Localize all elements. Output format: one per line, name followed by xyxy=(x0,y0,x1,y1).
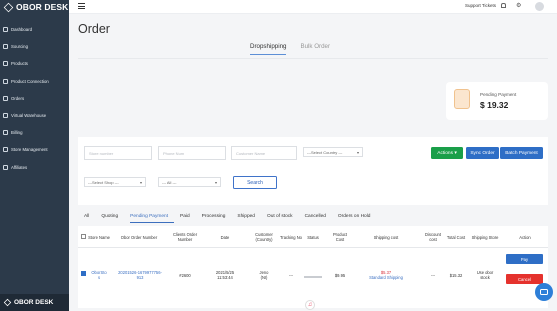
chevron-down-icon: ▾ xyxy=(356,149,359,155)
col-shipping-cost: Shipping cost xyxy=(373,234,399,240)
col-customer-country: Customer (Country) xyxy=(255,232,273,242)
tab-out-of-stock[interactable]: Out of stock xyxy=(267,214,299,223)
sidebar-item-virtual-warehouse[interactable]: Virtual Warehouse xyxy=(0,107,69,124)
col-product-cost: Product Cost xyxy=(332,232,348,242)
store-name[interactable]: OborSto s xyxy=(86,270,112,280)
orders-icon xyxy=(3,95,8,101)
tab-quoting[interactable]: Quoting xyxy=(101,214,124,223)
bell-icon[interactable] xyxy=(501,3,506,8)
col-date: Date xyxy=(220,234,230,240)
all-select[interactable]: --- All --- ▾ xyxy=(158,177,221,187)
avatar[interactable] xyxy=(535,2,544,11)
col-store-name: Store Name xyxy=(88,234,110,240)
tab-bulk-order[interactable]: Bulk Order xyxy=(300,43,330,55)
phone-input[interactable]: Phone Num xyxy=(158,146,226,160)
col-total-cost: Total Cost xyxy=(446,234,466,240)
chevron-down-icon: ▾ xyxy=(214,179,217,185)
sidebar-item-orders[interactable]: Orders xyxy=(0,90,69,107)
sidebar-item-products[interactable]: Products xyxy=(0,55,69,72)
cube-icon xyxy=(3,298,12,307)
cancel-button[interactable]: Cancel xyxy=(506,274,543,284)
col-tracking-no: Tracking No xyxy=(280,234,302,240)
wallet-icon xyxy=(454,89,470,109)
sidebar: OBOR DESK Dashboard Sourcing Products Pr… xyxy=(0,0,69,311)
col-action: Action xyxy=(519,234,531,240)
brand-name: OBOR DESK xyxy=(16,2,69,12)
batch-payment-button[interactable]: Batch Payment xyxy=(500,147,543,159)
cube-icon xyxy=(3,2,14,12)
tab-pending-payment[interactable]: Pending Payment xyxy=(130,214,175,223)
sidebar-footer-logo: OBOR DESK xyxy=(0,294,69,311)
warehouse-icon xyxy=(3,113,8,119)
tab-all[interactable]: All xyxy=(84,214,95,223)
dashboard-icon xyxy=(3,27,8,33)
tab-cancelled[interactable]: Cancelled xyxy=(305,214,332,223)
sidebar-item-dashboard[interactable]: Dashboard xyxy=(0,21,69,38)
sidebar-item-store-management[interactable]: Store Management xyxy=(0,141,69,158)
tab-shipped[interactable]: Shipped xyxy=(237,214,261,223)
filter-panel: Store number Phone Num Customer Name ---… xyxy=(78,137,548,205)
col-clients-order-number: Clients Order Number xyxy=(172,232,198,242)
support-tickets-link[interactable]: Support Tickets xyxy=(465,3,496,8)
tab-processing[interactable]: Processing xyxy=(202,214,232,223)
pending-payment-value: $ 19.32 xyxy=(480,100,509,110)
status-placeholder xyxy=(304,276,322,278)
top-bar: Support Tickets ⚙ xyxy=(69,0,557,14)
total-cost: $15.32 xyxy=(449,273,463,278)
menu-icon[interactable] xyxy=(78,3,85,9)
shipping-cost: $5.37 Standard Shipping xyxy=(361,270,411,280)
chat-icon[interactable] xyxy=(535,283,553,301)
store-icon xyxy=(3,147,8,153)
sidebar-item-affiliates[interactable]: Affiliates xyxy=(0,159,69,176)
table-header: Store Name Obor Order Number Clients Ord… xyxy=(78,226,548,248)
customer-name-input[interactable]: Customer Name xyxy=(231,146,297,160)
clients-order-number: #2600 xyxy=(179,273,191,278)
sidebar-item-sourcing[interactable]: Sourcing xyxy=(0,38,69,55)
col-shipping-store: Shipping Store xyxy=(471,234,499,240)
sourcing-icon xyxy=(3,44,8,50)
store-number-input[interactable]: Store number xyxy=(84,146,152,160)
col-status: Status xyxy=(307,234,319,240)
col-obor-order-number: Obor Order Number xyxy=(120,234,158,240)
shop-select[interactable]: ---Select Shop --- ▾ xyxy=(84,177,146,187)
sidebar-nav: Dashboard Sourcing Products Product Conn… xyxy=(0,21,69,176)
link-icon xyxy=(3,78,8,84)
col-discount-cost: Discount cost xyxy=(425,232,441,242)
order-type-tabs: Dropshipping Bulk Order xyxy=(250,43,330,55)
music-icon[interactable]: ♫ xyxy=(305,300,315,310)
orders-table: Store Name Obor Order Number Clients Ord… xyxy=(78,226,548,310)
pending-payment-card: Pending Payment $ 19.32 xyxy=(446,82,548,120)
sidebar-item-billing[interactable]: Billing xyxy=(0,124,69,141)
order-date: 2021/5/25 11:53:44 xyxy=(215,270,235,281)
tracking-no: --- xyxy=(288,273,294,278)
divider xyxy=(78,58,548,59)
page-title: Order xyxy=(78,22,110,36)
tab-orders-on-hold[interactable]: Orders on Hold xyxy=(338,214,377,223)
tab-paid[interactable]: Paid xyxy=(180,214,196,223)
tab-dropshipping[interactable]: Dropshipping xyxy=(250,43,287,55)
product-cost: $9.95 xyxy=(334,273,346,278)
brand-logo[interactable]: OBOR DESK xyxy=(0,0,69,14)
search-button[interactable]: Search xyxy=(233,176,277,189)
affiliates-icon xyxy=(3,164,8,170)
country-select[interactable]: ---Select Country --- ▾ xyxy=(303,147,363,157)
pending-payment-label: Pending Payment xyxy=(480,92,517,97)
obor-order-number[interactable]: 20201526-1679977756- 913 xyxy=(112,270,168,280)
gear-icon[interactable]: ⚙ xyxy=(516,3,521,9)
actions-button[interactable]: Actions ▾ xyxy=(431,147,463,159)
pay-button[interactable]: Pay xyxy=(506,254,543,264)
billing-icon xyxy=(3,130,8,136)
discount-cost: --- xyxy=(430,273,436,278)
sync-order-button[interactable]: Sync Order xyxy=(466,147,499,159)
status-tabs: All Quoting Pending Payment Paid Process… xyxy=(84,214,382,223)
shipping-method-link[interactable]: Standard Shipping xyxy=(361,275,411,280)
customer-country: Jeno (NI) xyxy=(259,270,269,281)
chevron-down-icon: ▾ xyxy=(139,179,142,185)
sidebar-item-product-connection[interactable]: Product Connection xyxy=(0,73,69,90)
products-icon xyxy=(3,61,8,67)
shipping-store: Use obor stock xyxy=(476,270,494,281)
